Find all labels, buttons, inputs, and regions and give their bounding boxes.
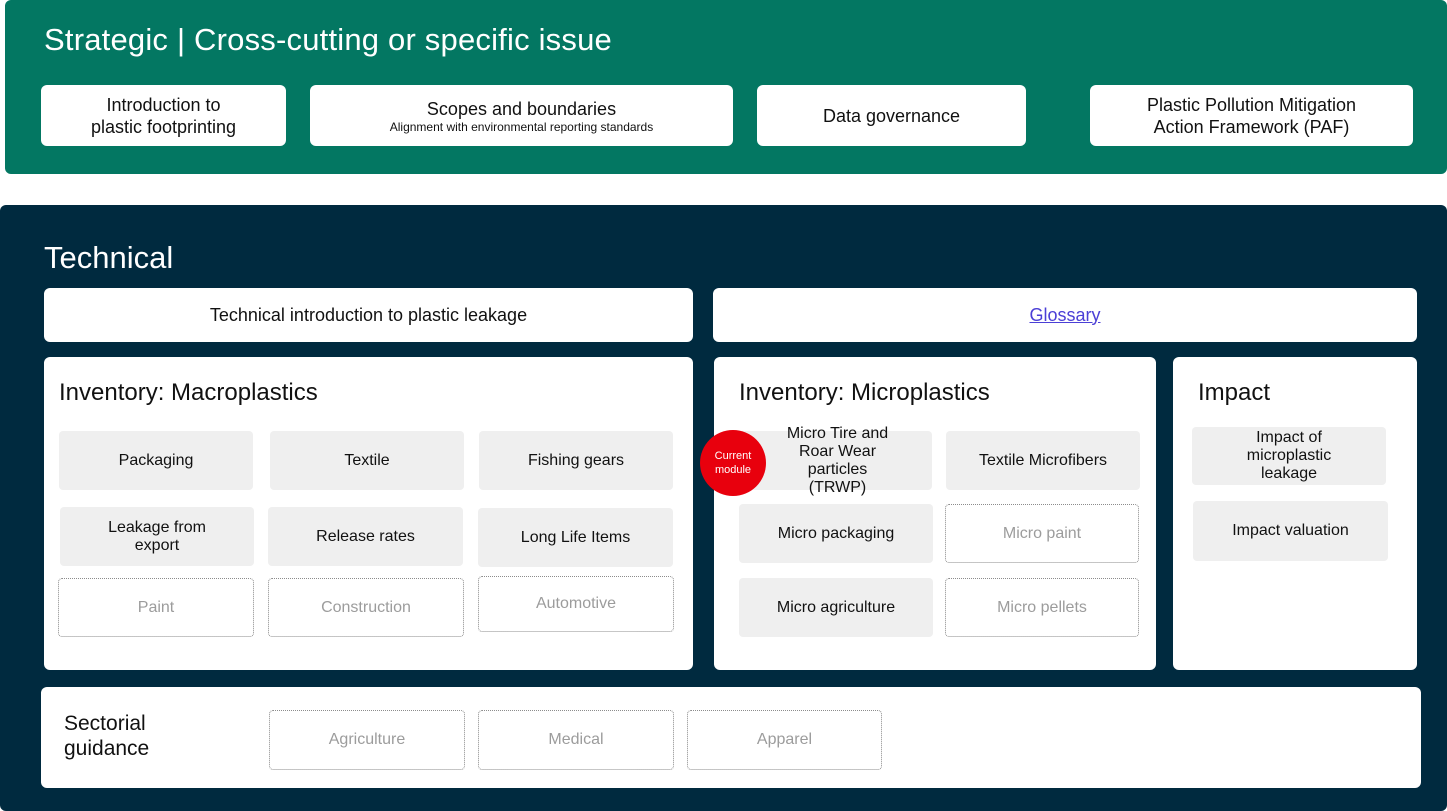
glossary-bar[interactable]: Glossary <box>713 288 1417 342</box>
strategic-title: Strategic | Cross-cutting or specific is… <box>44 22 612 57</box>
tile-medical: Medical <box>478 710 674 770</box>
tile-release-rates[interactable]: Release rates <box>268 507 463 566</box>
tile-long-life-items[interactable]: Long Life Items <box>478 508 673 567</box>
tile-apparel: Apparel <box>687 710 882 770</box>
tile-impact-microplastic-leakage[interactable]: Impact of microplastic leakage <box>1192 427 1386 485</box>
box-title: Data governance <box>822 105 961 126</box>
technical-panel: Technical Technical introduction to plas… <box>0 205 1447 811</box>
macroplastics-title: Inventory: Macroplastics <box>59 379 318 406</box>
impact-title: Impact <box>1198 379 1271 406</box>
box-line: Plastic Pollution Mitigation <box>1146 94 1357 115</box>
tile-paint: Paint <box>58 578 254 637</box>
paf-box[interactable]: Plastic Pollution Mitigation Action Fram… <box>1090 85 1413 146</box>
badge-line: module <box>714 464 752 476</box>
badge-line: Current <box>714 450 752 462</box>
sectorial-title-line: guidance <box>64 737 150 760</box>
tile-automotive: Automotive <box>478 576 674 632</box>
tile-construction: Construction <box>268 578 464 637</box>
box-line: Introduction to <box>106 94 221 115</box>
data-governance-box[interactable]: Data governance <box>757 85 1026 146</box>
tile-leakage-from-export[interactable]: Leakage from export <box>60 507 254 566</box>
tile-textile-microfibers[interactable]: Textile Microfibers <box>946 431 1140 490</box>
intro-footprinting-box[interactable]: Introduction to plastic footprinting <box>41 85 286 146</box>
tile-micro-packaging[interactable]: Micro packaging <box>739 504 933 563</box>
tile-impact-valuation[interactable]: Impact valuation <box>1193 501 1388 561</box>
tile-micro-pellets: Micro pellets <box>945 578 1139 637</box>
sectorial-guidance-section: Sectorial guidance Agriculture Medical A… <box>41 687 1421 788</box>
tile-agriculture: Agriculture <box>269 710 465 770</box>
technical-intro-label: Technical introduction to plastic leakag… <box>209 304 528 325</box>
sectorial-title: Sectorial guidance <box>64 711 149 761</box>
macroplastics-section: Inventory: Macroplastics Packaging Texti… <box>44 357 693 670</box>
tile-textile[interactable]: Textile <box>270 431 464 490</box>
tile-micro-agriculture[interactable]: Micro agriculture <box>739 578 933 637</box>
box-line: plastic footprinting <box>90 116 237 137</box>
box-line: Action Framework (PAF) <box>1153 116 1350 137</box>
tile-micro-paint: Micro paint <box>945 504 1139 563</box>
technical-intro-bar[interactable]: Technical introduction to plastic leakag… <box>44 288 693 342</box>
tile-packaging[interactable]: Packaging <box>59 431 253 490</box>
microplastics-section: Inventory: Microplastics Micro Tire and … <box>700 357 1156 670</box>
microplastics-title: Inventory: Microplastics <box>739 379 990 406</box>
box-title: Scopes and boundaries <box>426 98 617 119</box>
strategic-panel: Strategic | Cross-cutting or specific is… <box>5 0 1447 174</box>
box-subtitle: Alignment with environmental reporting s… <box>389 119 654 134</box>
glossary-link[interactable]: Glossary <box>1029 305 1100 326</box>
sectorial-title-line: Sectorial <box>64 712 146 735</box>
technical-title: Technical <box>44 240 174 275</box>
scopes-boundaries-box[interactable]: Scopes and boundaries Alignment with env… <box>310 85 733 146</box>
tile-fishing-gears[interactable]: Fishing gears <box>479 431 673 490</box>
current-module-badge: Current module <box>700 430 766 496</box>
tile-micro-trwp[interactable]: Micro Tire and Roar Wear particles (TRWP… <box>739 425 932 496</box>
impact-section: Impact Impact of microplastic leakage Im… <box>1173 357 1417 670</box>
